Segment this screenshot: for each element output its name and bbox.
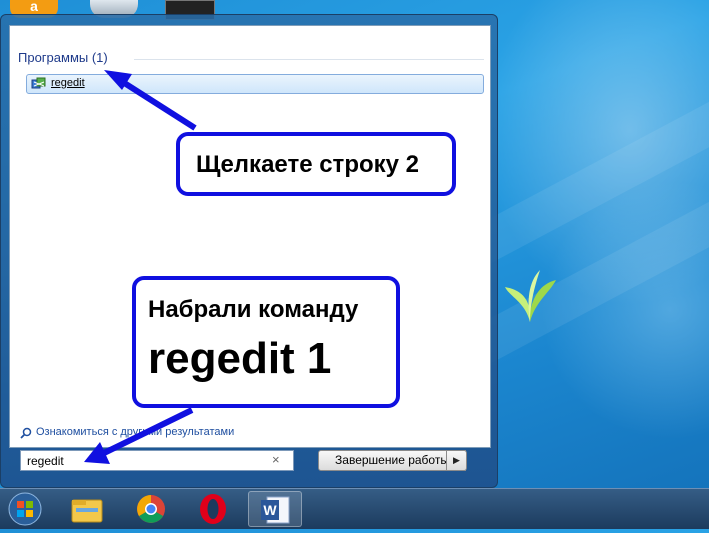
annotation-arrows	[84, 70, 197, 464]
callout-step1-line1: Набрали команду	[148, 296, 359, 323]
annotation-callout-step1: Набрали команду regedit 1	[132, 276, 400, 408]
arrow-to-search	[84, 407, 194, 464]
callout-step2-text: Щелкаете строку 2	[196, 151, 420, 178]
arrow-to-result	[104, 70, 197, 131]
annotation-callout-step2: Щелкаете строку 2	[176, 132, 456, 196]
callout-step1-line2: regedit 1	[148, 334, 332, 383]
